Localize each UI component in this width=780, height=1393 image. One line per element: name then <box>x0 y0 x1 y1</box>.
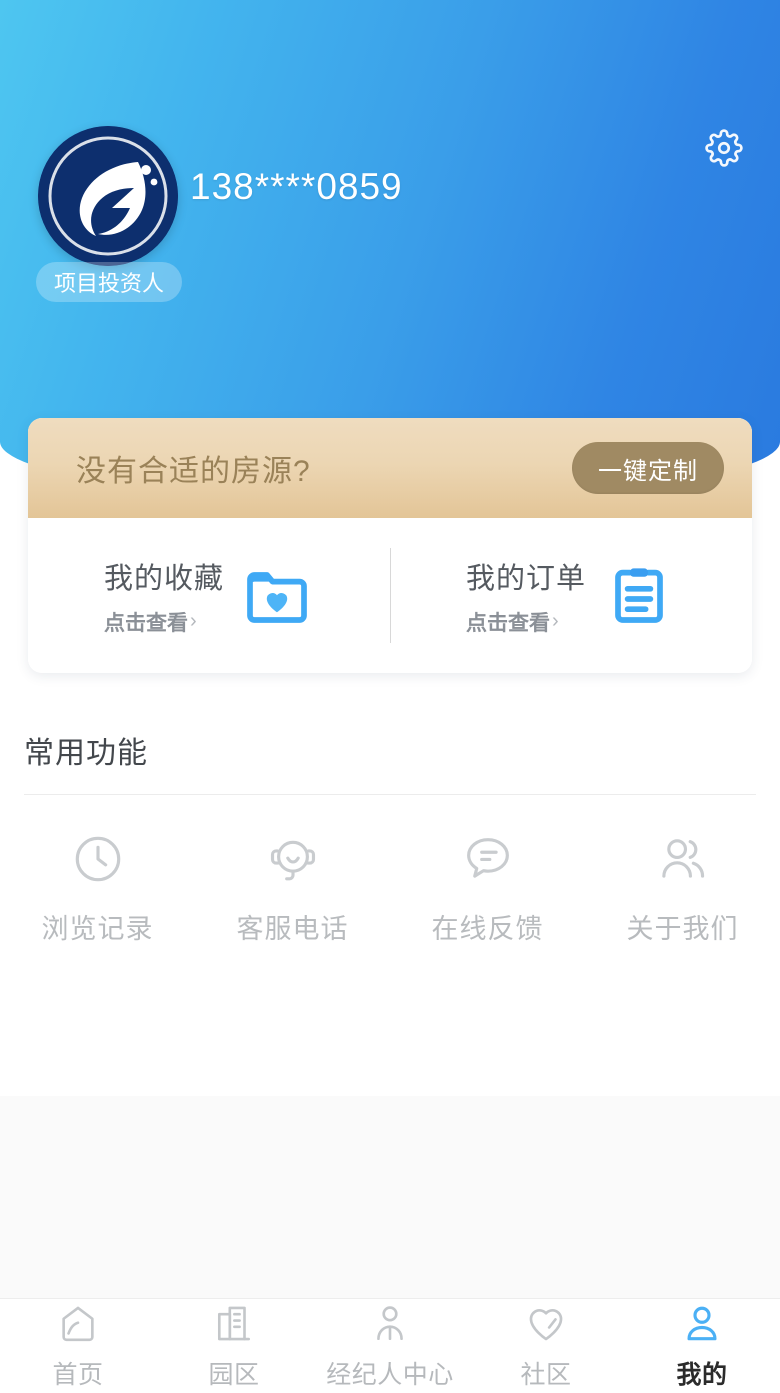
my-favorites-sub-label: 点击查看 <box>103 611 188 635</box>
customize-banner: 没有合适的房源? 一键定制 <box>28 418 752 518</box>
function-label: 客服电话 <box>236 914 349 944</box>
role-badge-label: 项目投资人 <box>54 271 165 296</box>
tab-park[interactable]: 园区 <box>156 1299 312 1393</box>
tab-home[interactable]: 首页 <box>0 1299 156 1393</box>
function-about-us[interactable]: 关于我们 <box>585 831 780 946</box>
tab-label: 我的 <box>676 1360 728 1389</box>
my-favorites-texts: 我的收藏 点击查看 › <box>104 555 224 637</box>
tab-label: 经纪人中心 <box>326 1360 454 1389</box>
settings-button[interactable] <box>704 128 744 168</box>
function-browse-history[interactable]: 浏览记录 <box>0 831 195 946</box>
common-functions-grid: 浏览记录 客服电话 在线反馈 关于我们 <box>0 795 780 976</box>
column-divider <box>390 548 391 643</box>
app-screen: 138****0859 项目投资人 没有合适的房源? 一键定制 我的收藏 点击查… <box>0 0 780 1393</box>
chevron-right-icon: › <box>551 610 559 632</box>
tab-community[interactable]: 社区 <box>468 1299 624 1393</box>
clipboard-icon <box>602 559 676 633</box>
my-favorites-entry[interactable]: 我的收藏 点击查看 › <box>28 555 390 637</box>
tab-agent-center[interactable]: 经纪人中心 <box>312 1299 468 1393</box>
home-icon <box>56 1302 100 1346</box>
my-orders-subtitle: 点击查看 › <box>466 607 586 637</box>
chevron-right-icon: › <box>189 610 197 632</box>
tab-label: 首页 <box>52 1360 104 1389</box>
person-icon <box>680 1302 724 1346</box>
headset-icon <box>265 831 321 887</box>
customize-banner-text: 没有合适的房源? <box>76 455 311 488</box>
avatar[interactable] <box>38 126 178 266</box>
one-click-customize-button[interactable]: 一键定制 <box>572 442 724 494</box>
function-label: 关于我们 <box>626 914 739 944</box>
speech-bubble-icon <box>460 831 516 887</box>
my-orders-entry[interactable]: 我的订单 点击查看 › <box>390 555 752 637</box>
function-label: 浏览记录 <box>41 914 154 944</box>
my-orders-texts: 我的订单 点击查看 › <box>466 555 586 637</box>
tab-label: 社区 <box>520 1360 572 1389</box>
shortcut-row: 我的收藏 点击查看 › 我的订单 点击查看 › <box>28 518 752 673</box>
folder-heart-icon <box>240 559 314 633</box>
tab-mine[interactable]: 我的 <box>624 1299 780 1393</box>
gear-icon <box>705 129 743 167</box>
page-background-filler <box>0 1096 780 1302</box>
status-badge: 项目投资人 <box>36 262 183 302</box>
heart-icon <box>524 1302 568 1346</box>
my-favorites-title: 我的收藏 <box>103 562 224 595</box>
function-online-feedback[interactable]: 在线反馈 <box>390 831 585 946</box>
company-logo-avatar-icon <box>38 126 178 266</box>
common-functions-section: 常用功能 浏览记录 客服电话 在线反馈 关于我们 <box>0 700 780 976</box>
function-label: 在线反馈 <box>431 914 544 944</box>
function-service-phone[interactable]: 客服电话 <box>195 831 390 946</box>
people-icon <box>655 831 711 887</box>
agent-icon <box>368 1302 412 1346</box>
bottom-navigation: 首页 园区 经纪人中心 社区 我的 <box>0 1298 780 1393</box>
my-orders-title: 我的订单 <box>465 562 586 595</box>
shortcut-card: 没有合适的房源? 一键定制 我的收藏 点击查看 › 我的订单 点击查看 › <box>28 418 752 673</box>
my-orders-sub-label: 点击查看 <box>465 611 550 635</box>
my-favorites-subtitle: 点击查看 › <box>104 607 224 637</box>
phone-number: 138****0859 <box>190 166 403 207</box>
section-title: 常用功能 <box>24 737 148 770</box>
clock-icon <box>70 831 126 887</box>
tab-label: 园区 <box>208 1360 260 1389</box>
building-icon <box>212 1302 256 1346</box>
